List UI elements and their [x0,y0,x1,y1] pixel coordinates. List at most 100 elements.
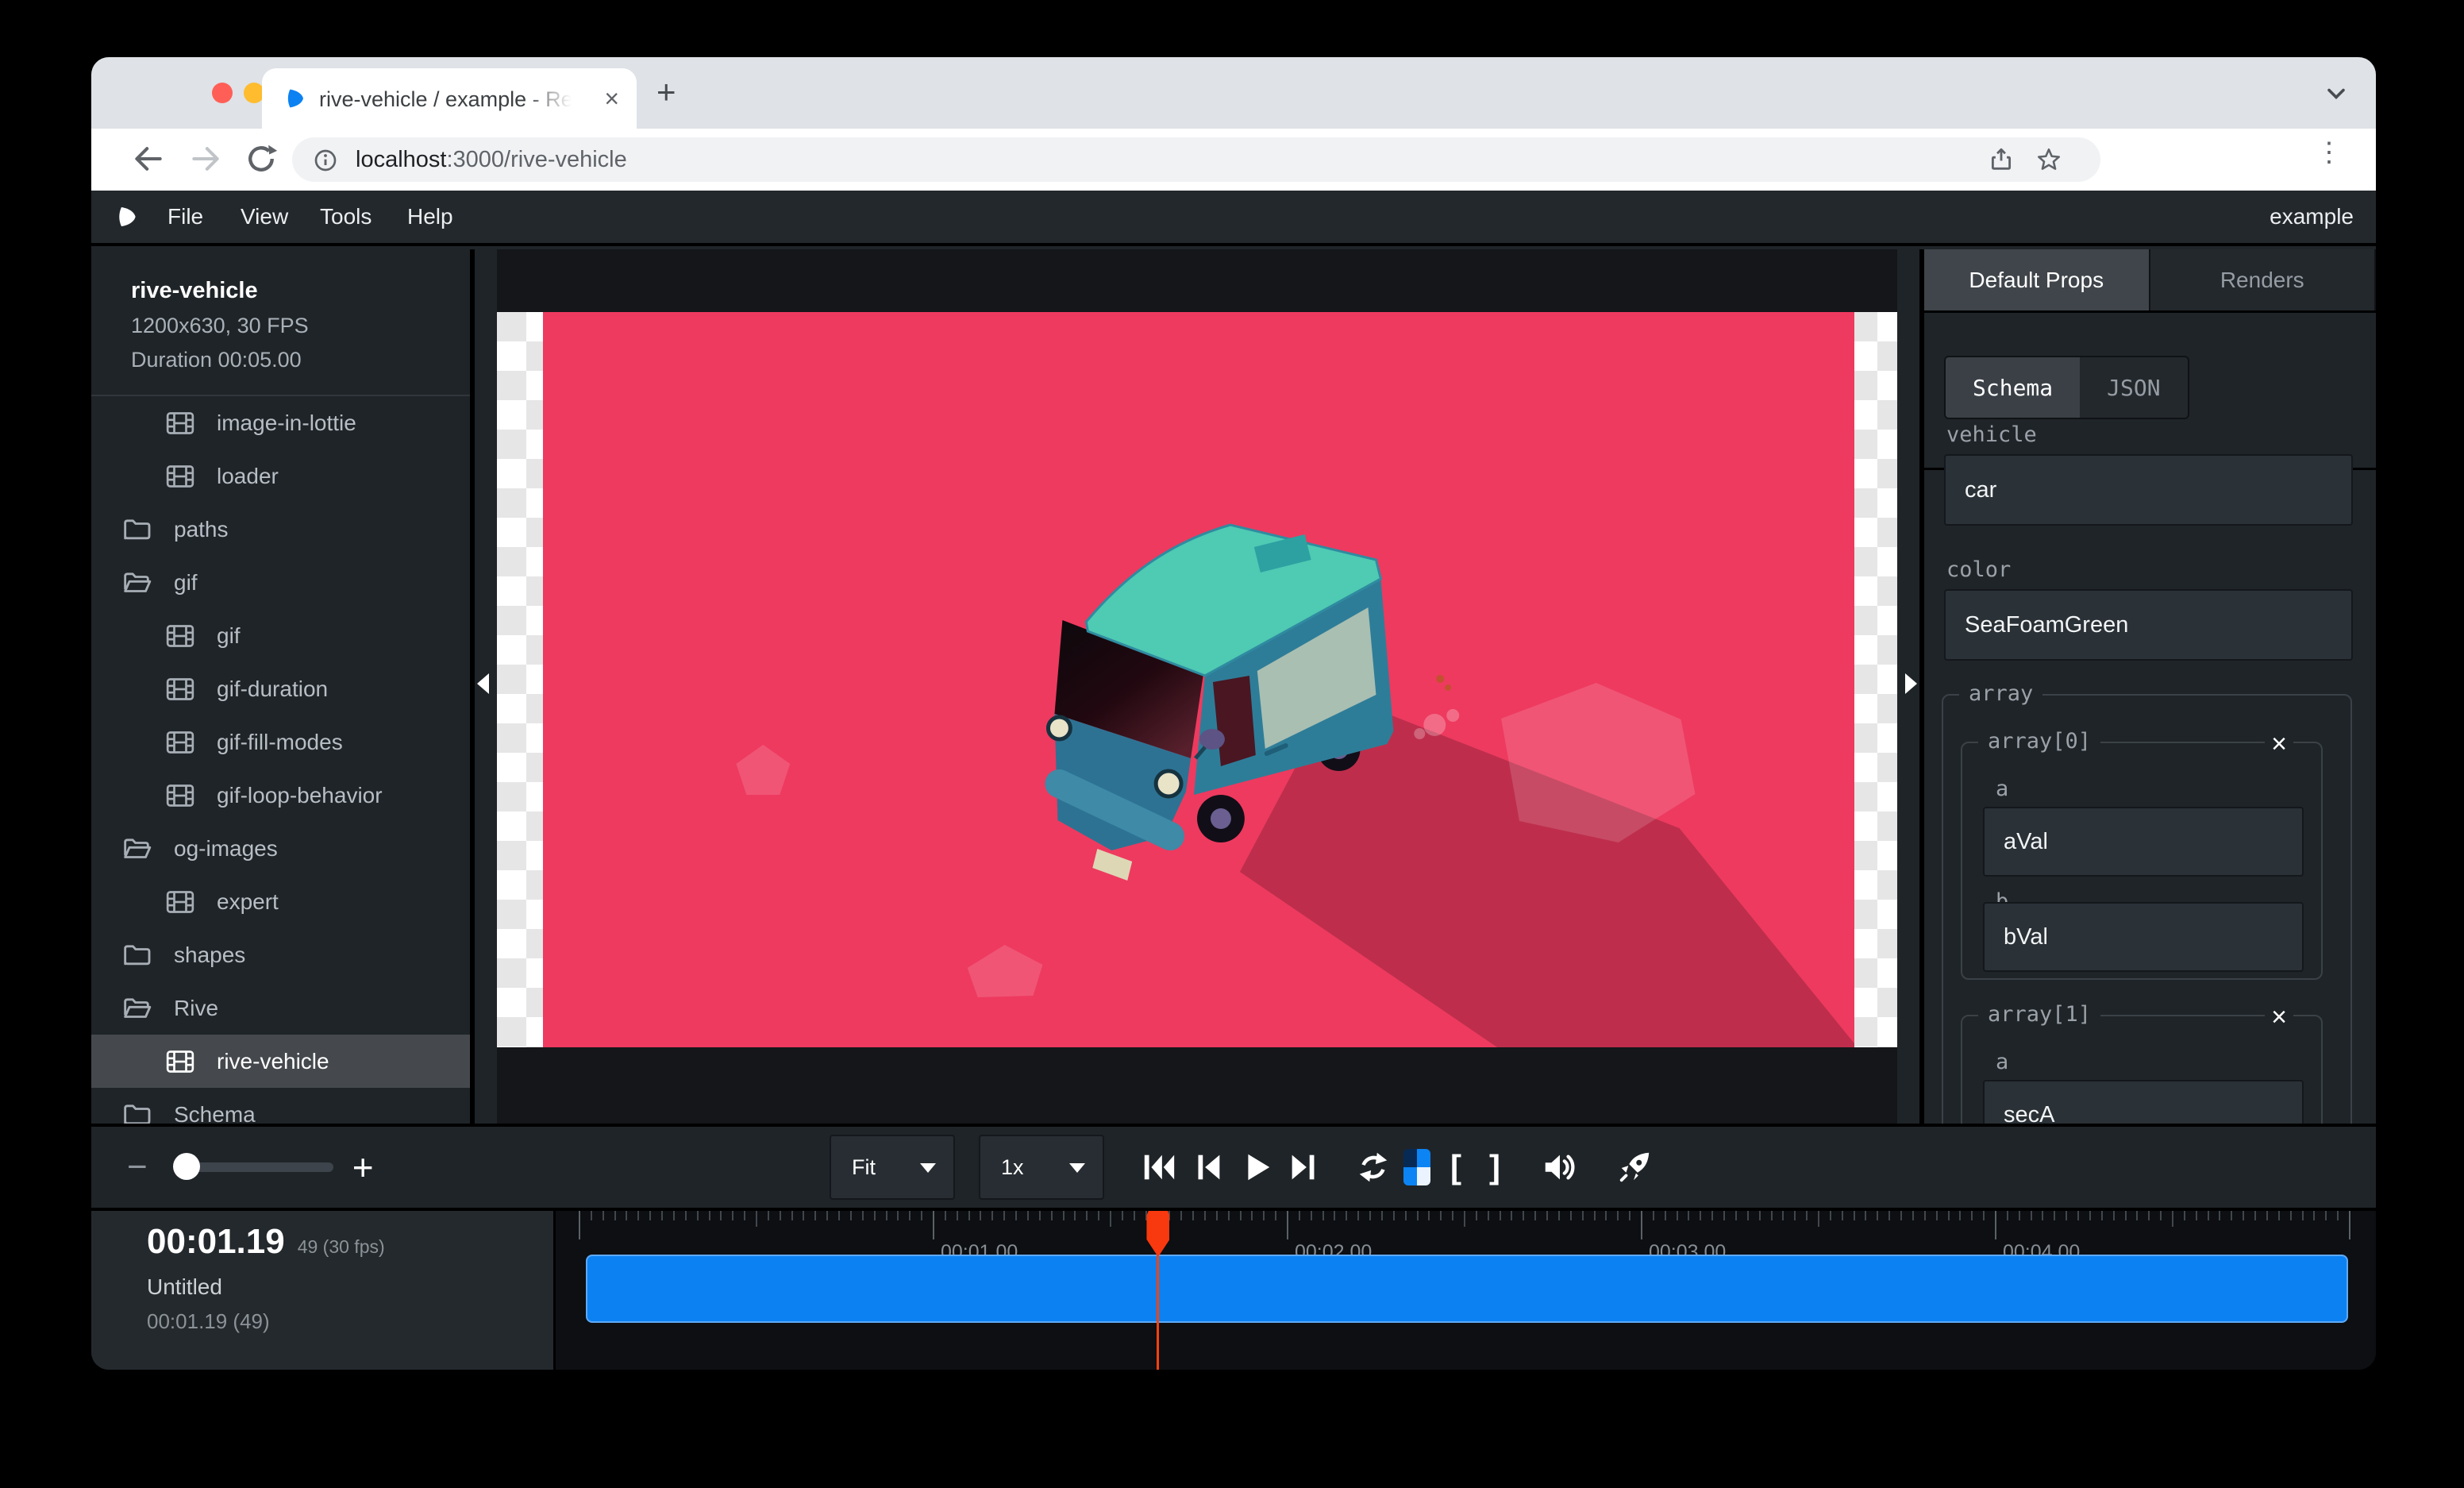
zoom-slider[interactable] [175,1162,333,1172]
ruler-tick [603,1211,604,1220]
in-point-icon[interactable]: [ [1442,1148,1469,1186]
ruler-tick [2042,1211,2043,1220]
out-point-icon[interactable]: ] [1481,1148,1508,1186]
sidebar-item-expert[interactable]: expert [91,875,470,928]
timeline-track-area[interactable]: 00:01.0000:02.0000:03.0000:04.00 [558,1211,2376,1370]
new-tab-icon[interactable]: + [656,75,676,110]
play-icon[interactable] [1238,1149,1274,1185]
film-icon [164,727,196,758]
remotion-logo-icon[interactable] [114,203,141,230]
tab-close-icon[interactable]: × [604,84,619,113]
ruler-tick [709,1211,710,1220]
toggle-json[interactable]: JSON [2080,357,2187,418]
sidebar-item-og-images[interactable]: og-images [91,822,470,875]
volume-icon[interactable] [1541,1149,1577,1185]
tab-search-chevron-icon[interactable] [2322,79,2350,108]
zoom-out-icon[interactable]: − [127,1147,148,1187]
b-input[interactable]: bVal [1983,902,2304,972]
fit-select[interactable]: Fit [830,1135,955,1200]
ruler-tick [1818,1211,1819,1227]
ruler-tick [2054,1211,2055,1220]
project-label: example [2270,204,2354,229]
ruler-tick [1830,1211,1831,1220]
tab-default-props[interactable]: Default Props [1924,249,2150,310]
ruler-tick [1322,1211,1324,1220]
ruler-tick [2184,1211,2185,1220]
props-panel: Default Props Renders Schema JSON vehicl… [1924,249,2376,1124]
remove-icon[interactable]: × [2265,731,2293,757]
ruler-tick [1500,1211,1501,1220]
ruler-tick [968,1211,970,1220]
ruler-tick [1782,1211,1784,1220]
browser-window: rive-vehicle / example - Remoti × + loca… [91,57,2376,1370]
ruler-tick [1263,1211,1265,1220]
sidebar-item-shapes[interactable]: shapes [91,928,470,981]
collapse-left-handle[interactable] [475,249,492,1124]
previous-frame-icon[interactable] [1189,1149,1226,1185]
bookmark-star-icon[interactable] [2035,146,2062,173]
next-frame-icon[interactable] [1286,1149,1322,1185]
sidebar-item-loader[interactable]: loader [91,449,470,503]
app-menubar: File View Tools Help example [91,191,2376,246]
toggle-schema[interactable]: Schema [1946,357,2080,418]
props-tabs: Default Props Renders [1924,249,2376,313]
sidebar-item-gif[interactable]: gif [91,609,470,662]
timeline-sequence-bar[interactable] [586,1255,2348,1323]
sidebar-item-gif-duration[interactable]: gif-duration [91,662,470,715]
composition-duration: Duration 00:05.00 [131,348,470,372]
tab-renders[interactable]: Renders [2150,249,2377,310]
ruler-tick [1488,1211,1489,1220]
vehicle-input[interactable]: car [1944,454,2353,526]
ruler-tick [1417,1211,1419,1220]
address-bar[interactable]: localhost:3000/rive-vehicle [292,137,2100,182]
reload-icon[interactable] [244,141,279,176]
array1-label: array[1] [1978,1002,2100,1027]
color-input[interactable]: SeaFoamGreen [1944,589,2353,661]
ruler-tick [1122,1211,1123,1220]
menu-file[interactable]: File [167,204,203,229]
collapse-right-handle[interactable] [1902,249,1919,1124]
ruler-tick [1971,1211,1973,1220]
zoom-slider-thumb[interactable] [173,1153,200,1180]
ruler-tick [1711,1211,1713,1220]
sidebar-item-image-in-lottie[interactable]: image-in-lottie [91,396,470,449]
ruler-tick [1523,1211,1524,1220]
sidebar-item-gif-loop-behavior[interactable]: gif-loop-behavior [91,769,470,822]
loop-icon[interactable] [1355,1149,1392,1185]
a-input[interactable]: secA [1983,1080,2304,1124]
rocket-icon[interactable] [1616,1149,1653,1185]
overflow-menu-icon[interactable]: ⋮ [2316,137,2343,168]
skip-to-start-icon[interactable] [1141,1149,1177,1185]
back-icon[interactable] [131,141,166,176]
zoom-in-icon[interactable]: + [352,1146,374,1189]
share-icon[interactable] [1988,146,2015,173]
remove-icon[interactable]: × [2265,1004,2293,1031]
playback-rate-select[interactable]: 1x [979,1135,1104,1200]
ruler-tick [1369,1211,1371,1220]
composition-canvas[interactable] [497,312,1897,1047]
a-input[interactable]: aVal [1983,807,2304,877]
menu-view[interactable]: View [241,204,288,229]
film-icon [164,407,196,439]
sidebar-item-rive-vehicle[interactable]: rive-vehicle [91,1035,470,1088]
transparency-toggle-icon[interactable] [1403,1149,1430,1185]
playhead[interactable] [1157,1211,1159,1370]
menu-help[interactable]: Help [407,204,453,229]
array-group: array array[0] × a aVal b bVal array[1] … [1942,694,2352,1124]
sidebar-item-gif[interactable]: gif [91,556,470,609]
ruler-tick [850,1211,852,1220]
sidebar-item-gif-fill-modes[interactable]: gif-fill-modes [91,715,470,769]
ruler-tick [1900,1211,1902,1220]
info-icon[interactable] [313,148,338,173]
sidebar-item-Rive[interactable]: Rive [91,981,470,1035]
ruler-tick [814,1211,816,1220]
playhead-flag[interactable] [1146,1211,1169,1257]
ruler-tick [649,1211,651,1220]
forward-icon[interactable] [188,141,223,176]
ruler-tick [1145,1211,1147,1220]
sidebar-item-paths[interactable]: paths [91,503,470,556]
menu-tools[interactable]: Tools [320,204,372,229]
window-close-button[interactable] [212,83,233,103]
browser-tab[interactable]: rive-vehicle / example - Remoti × [262,68,637,129]
ground-blobs [1414,709,1459,739]
